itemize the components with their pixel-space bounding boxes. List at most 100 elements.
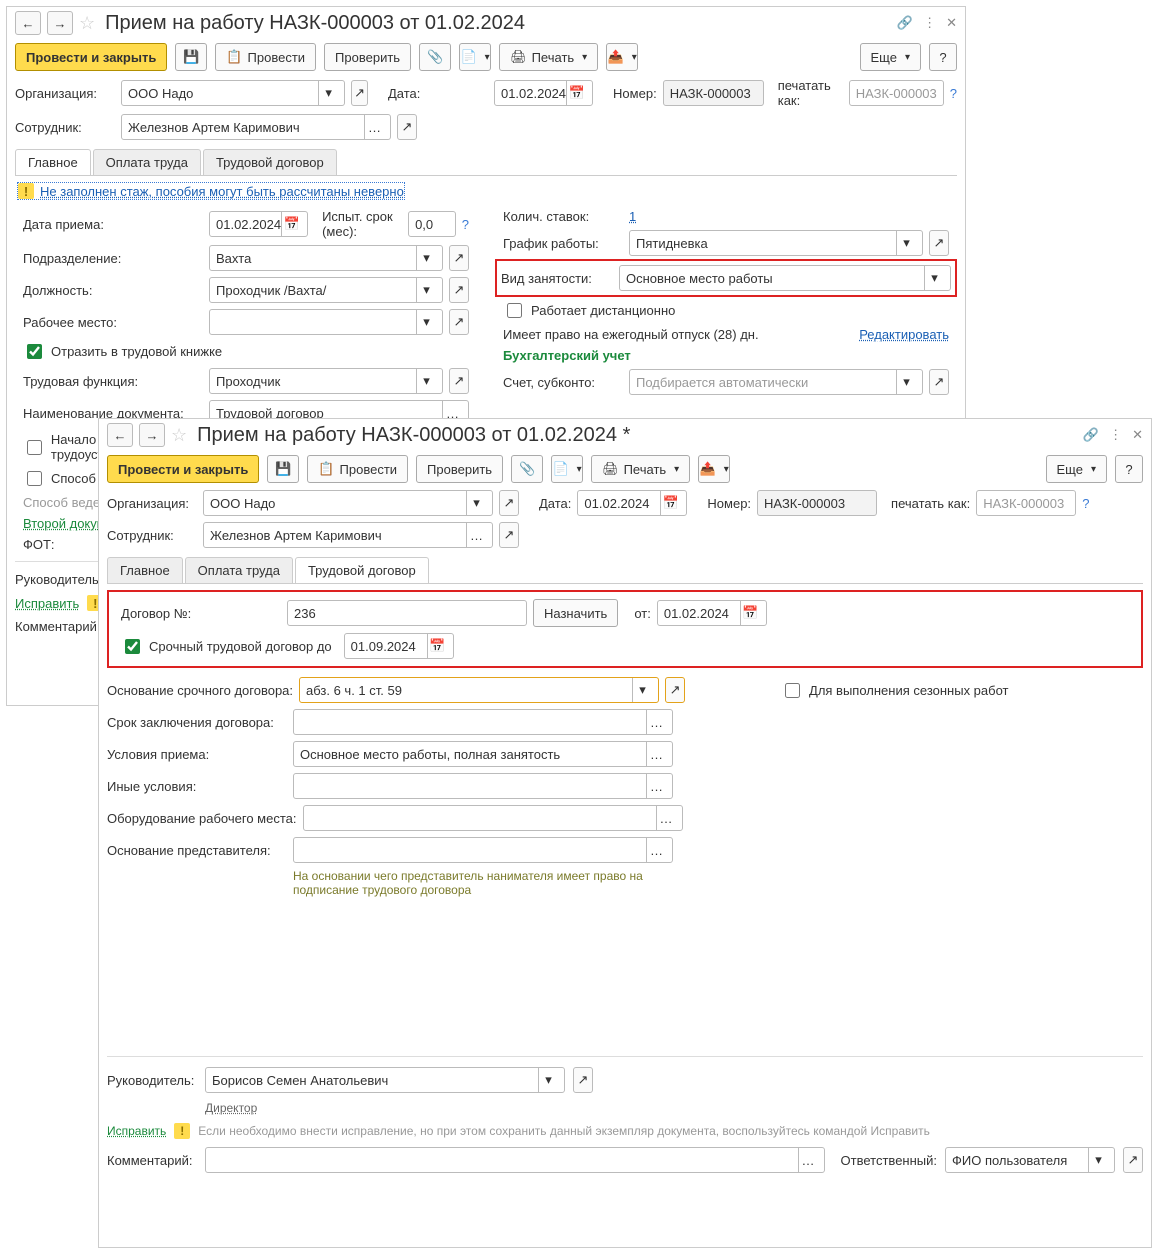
proverit-button[interactable]: Проверить [416,455,503,483]
print-as-input[interactable]: НАЗК-000003 [976,490,1076,516]
calendar-icon[interactable]: 📅 [281,212,301,236]
contract-no-input[interactable]: 236 [287,600,527,626]
account-open-button[interactable]: ↗ [929,369,949,395]
other-input[interactable]: … [293,773,673,799]
employee-open-button[interactable]: ↗ [499,522,519,548]
close-icon[interactable]: ✕ [946,15,957,31]
cond-input[interactable]: Основное место работы, полная занятость… [293,741,673,767]
func-open-button[interactable]: ↗ [449,368,469,394]
dept-open-button[interactable]: ↗ [449,245,469,271]
help-button[interactable]: ? [929,43,957,71]
menu-icon[interactable]: ⋮ [923,15,936,31]
org-input[interactable]: ООО Надо▾ [203,490,493,516]
tab-contract[interactable]: Трудовой договор [203,149,337,175]
fix-link-upper[interactable]: Исправить [15,596,79,611]
edit-vacation-link[interactable]: Редактировать [859,327,949,342]
stakes-value-link[interactable]: 1 [629,209,636,224]
comment-input[interactable]: … [205,1147,825,1173]
manager-position-link[interactable]: Директор [205,1101,257,1115]
provesti-button[interactable]: 📋Провести [215,43,316,71]
reflect-checkbox[interactable]: Отразить в трудовой книжке [23,341,222,362]
employment-input[interactable]: Основное место работы▾ [619,265,951,291]
save-button[interactable]: 💾 [175,43,207,71]
proverit-button[interactable]: Проверить [324,43,411,71]
workplace-open-button[interactable]: ↗ [449,309,469,335]
more-button[interactable]: Еще [860,43,921,71]
rep-basis-input[interactable]: … [293,837,673,863]
print-as-input[interactable]: НАЗК-000003 [849,80,944,106]
menu-icon[interactable]: ⋮ [1109,427,1122,443]
basis-open-button[interactable]: ↗ [665,677,685,703]
org-open-button[interactable]: ↗ [499,490,519,516]
probation-input[interactable]: 0,0 [408,211,456,237]
help-print-as-icon[interactable]: ? [950,86,957,101]
tab-pay[interactable]: Оплата труда [93,149,201,175]
tab-pay[interactable]: Оплата труда [185,557,293,583]
send-button[interactable]: 📤 [698,455,730,483]
employee-ellipsis-icon[interactable]: … [364,115,384,139]
stazh-warning[interactable]: ! Не заполнен стаж, пособия могут быть р… [17,182,405,200]
schedule-input[interactable]: Пятидневка▾ [629,230,923,256]
star-icon[interactable]: ☆ [79,13,95,34]
more-button[interactable]: Еще [1046,455,1107,483]
org-open-button[interactable]: ↗ [351,80,368,106]
employee-input[interactable]: Железнов Артем Каримович… [203,522,493,548]
employee-input[interactable]: Железнов Артем Каримович … [121,114,391,140]
fixed-term-checkbox[interactable]: Срочный трудовой договор до [121,636,332,657]
nav-back-button[interactable]: ← [15,11,41,35]
org-input[interactable]: ООО Надо ▾ [121,80,345,106]
remote-checkbox[interactable]: Работает дистанционно [503,300,675,321]
attach-button[interactable]: 📎 [419,43,451,71]
schedule-open-button[interactable]: ↗ [929,230,949,256]
link-icon[interactable]: 🔗 [1083,427,1099,443]
account-input[interactable]: Подбирается автоматически▾ [629,369,923,395]
copy-button[interactable]: 📄 [551,455,583,483]
save-button[interactable]: 💾 [267,455,299,483]
resp-open-button[interactable]: ↗ [1123,1147,1143,1173]
provesti-button[interactable]: 📋Провести [307,455,408,483]
assign-button[interactable]: Назначить [533,599,618,627]
send-button[interactable]: 📤 [606,43,638,71]
date-input[interactable]: 01.02.2024📅 [577,490,687,516]
workplace-input[interactable]: ▾ [209,309,443,335]
tab-contract[interactable]: Трудовой договор [295,557,429,583]
org-dropdown-icon[interactable]: ▾ [318,81,338,105]
date-picker-icon[interactable]: 📅 [566,81,586,105]
func-input[interactable]: Проходчик▾ [209,368,443,394]
tab-main[interactable]: Главное [107,557,183,583]
hire-date-input[interactable]: 01.02.2024 📅 [209,211,308,237]
copy-button[interactable]: 📄 [459,43,491,71]
employee-open-button[interactable]: ↗ [397,114,417,140]
second-doc-link[interactable]: Второй докум [23,516,106,531]
star-icon[interactable]: ☆ [171,425,187,446]
fixed-term-date-input[interactable]: 01.09.2024📅 [344,633,454,659]
equip-input[interactable]: … [303,805,683,831]
manager-input[interactable]: Борисов Семен Анатольевич▾ [205,1067,565,1093]
print-button[interactable]: 🖨Печать [591,455,690,483]
resp-input[interactable]: ФИО пользователя▾ [945,1147,1115,1173]
save-close-button[interactable]: Провести и закрыть [107,455,259,483]
date-input[interactable]: 01.02.2024 📅 [494,80,593,106]
other-label: Иные условия: [107,779,287,794]
dept-input[interactable]: Вахта▾ [209,245,443,271]
close-icon[interactable]: ✕ [1132,427,1143,443]
position-open-button[interactable]: ↗ [449,277,469,303]
basis-input[interactable]: абз. 6 ч. 1 ст. 59▾ [299,677,659,703]
position-input[interactable]: Проходчик /Вахта/▾ [209,277,443,303]
help-print-as-icon[interactable]: ? [1082,496,1089,511]
from-date-input[interactable]: 01.02.2024📅 [657,600,767,626]
help-button[interactable]: ? [1115,455,1143,483]
tab-main[interactable]: Главное [15,149,91,175]
nav-back-button[interactable]: ← [107,423,133,447]
save-close-button[interactable]: Провести и закрыть [15,43,167,71]
link-icon[interactable]: 🔗 [897,15,913,31]
fix-link[interactable]: Исправить [107,1124,166,1138]
manager-open-button[interactable]: ↗ [573,1067,593,1093]
nav-forward-button[interactable]: → [47,11,73,35]
nav-forward-button[interactable]: → [139,423,165,447]
help-probation-icon[interactable]: ? [462,217,469,232]
term-input[interactable]: … [293,709,673,735]
print-button[interactable]: 🖨Печать [499,43,598,71]
seasonal-checkbox[interactable]: Для выполнения сезонных работ [781,680,1008,701]
attach-button[interactable]: 📎 [511,455,543,483]
